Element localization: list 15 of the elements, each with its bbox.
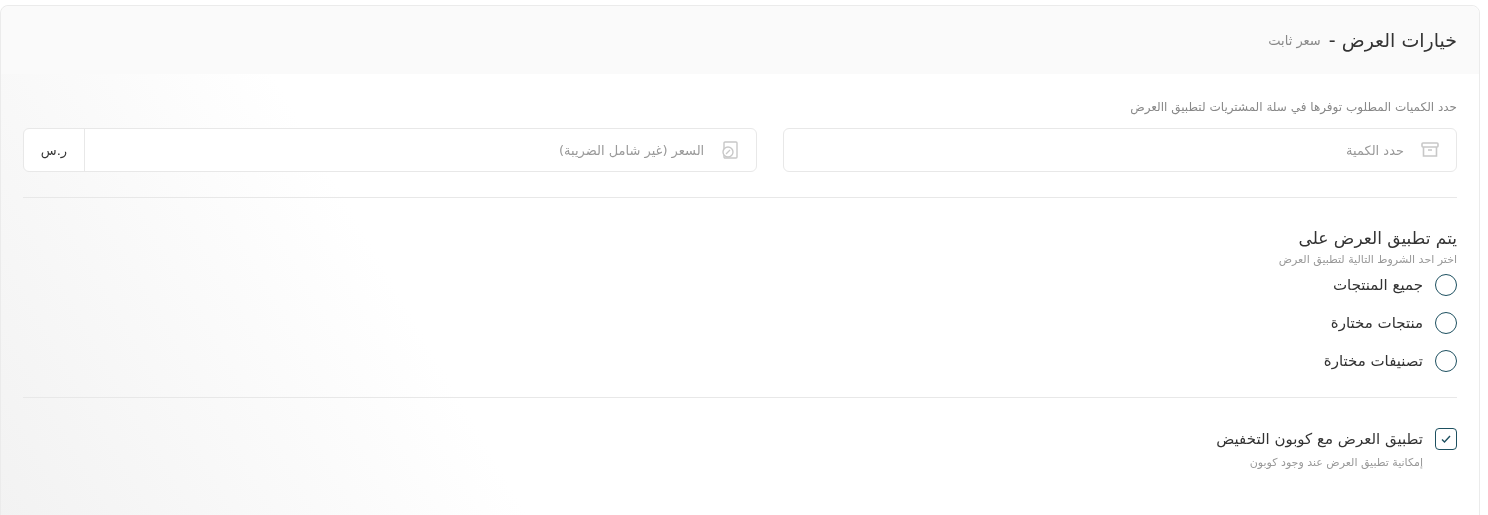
section-hint: اختر احد الشروط التالية لتطبيق العرض [1277, 253, 1457, 266]
section-title: يتم تطبيق العرض على [1297, 228, 1457, 248]
option-label: تصنيفات مختارة [1323, 352, 1423, 370]
card-subtitle: سعر ثابت [1268, 32, 1321, 48]
price-input[interactable]: السعر (غير شامل الضريبة) [85, 128, 707, 172]
option-label: جميع المنتجات [1332, 276, 1423, 294]
section-label: حدد الكميات المطلوب توفرها في سلة المشتريات لتطبيق االعرض [1129, 100, 1457, 114]
price-field[interactable]: السعر (غير شامل الضريبة) ر.س [23, 128, 758, 172]
checkbox[interactable] [1435, 428, 1457, 450]
currency-label: ر.س [24, 129, 85, 171]
card-title: خيارات العرض - [1328, 29, 1457, 51]
checkbox-label: تطبيق العرض مع كوبون التخفيض [1216, 430, 1423, 448]
checkbox-hint: إمكانية تطبيق العرض عند وجود كوبون [1248, 456, 1423, 469]
option-label: منتجات مختارة [1330, 314, 1423, 332]
box-icon [1420, 140, 1440, 160]
